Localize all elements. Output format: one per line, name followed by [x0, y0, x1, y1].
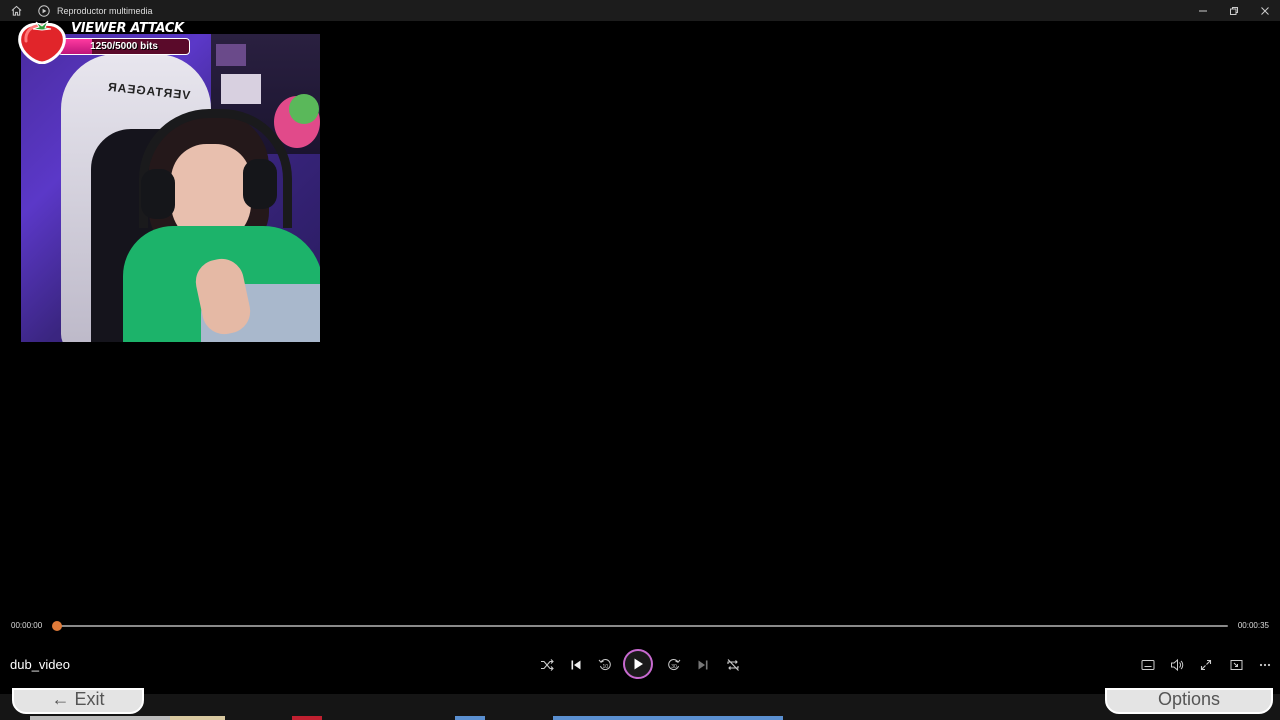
options-button[interactable]: Options	[1105, 688, 1273, 714]
minimize-button[interactable]	[1187, 0, 1218, 21]
previous-icon[interactable]	[566, 655, 586, 675]
seek-thumb[interactable]	[52, 621, 62, 631]
repeat-off-icon[interactable]	[723, 655, 743, 675]
svg-text:10: 10	[603, 664, 609, 670]
tomato-icon	[18, 20, 66, 64]
exit-button[interactable]: ← Exit	[12, 688, 144, 714]
viewer-attack-overlay: 1250/5000 bits VIEWER ATTACK	[14, 14, 204, 68]
media-player-window: Reproductor multimedia VERTAGEAR 1250/50…	[0, 0, 1280, 720]
options-label: Options	[1157, 689, 1221, 709]
miniplayer-icon[interactable]	[1226, 655, 1246, 675]
svg-text:30: 30	[671, 664, 677, 670]
volume-icon[interactable]	[1167, 655, 1187, 675]
current-time: 00:00:00	[11, 621, 43, 630]
control-bar: dub_video 10 30	[0, 636, 1280, 694]
rewind-10-icon[interactable]: 10	[595, 655, 615, 675]
media-title: dub_video	[10, 657, 70, 672]
close-button[interactable]	[1249, 0, 1280, 21]
exit-arrow-icon: ←	[51, 689, 75, 709]
shuffle-icon[interactable]	[537, 655, 557, 675]
next-icon[interactable]	[693, 655, 713, 675]
seek-bar[interactable]: 00:00:00 00:00:35	[0, 616, 1280, 636]
restore-button[interactable]	[1218, 0, 1249, 21]
fullscreen-icon[interactable]	[1196, 655, 1216, 675]
background-window-strip: ← Exit Options	[0, 688, 1280, 720]
bits-progress-text: 1250/5000 bits	[90, 41, 158, 52]
exit-label: Exit	[74, 689, 105, 709]
more-icon[interactable]	[1255, 655, 1275, 675]
seek-track[interactable]	[57, 625, 1228, 627]
overlay-title: VIEWER ATTACK	[71, 21, 184, 36]
play-icon	[634, 658, 643, 670]
bits-progress-bar: 1250/5000 bits	[58, 38, 190, 55]
subtitles-icon[interactable]	[1138, 655, 1158, 675]
video-frame[interactable]: VERTAGEAR	[21, 34, 320, 342]
total-time: 00:00:35	[1237, 621, 1269, 630]
play-button[interactable]	[623, 649, 653, 679]
forward-30-icon[interactable]: 30	[664, 655, 684, 675]
